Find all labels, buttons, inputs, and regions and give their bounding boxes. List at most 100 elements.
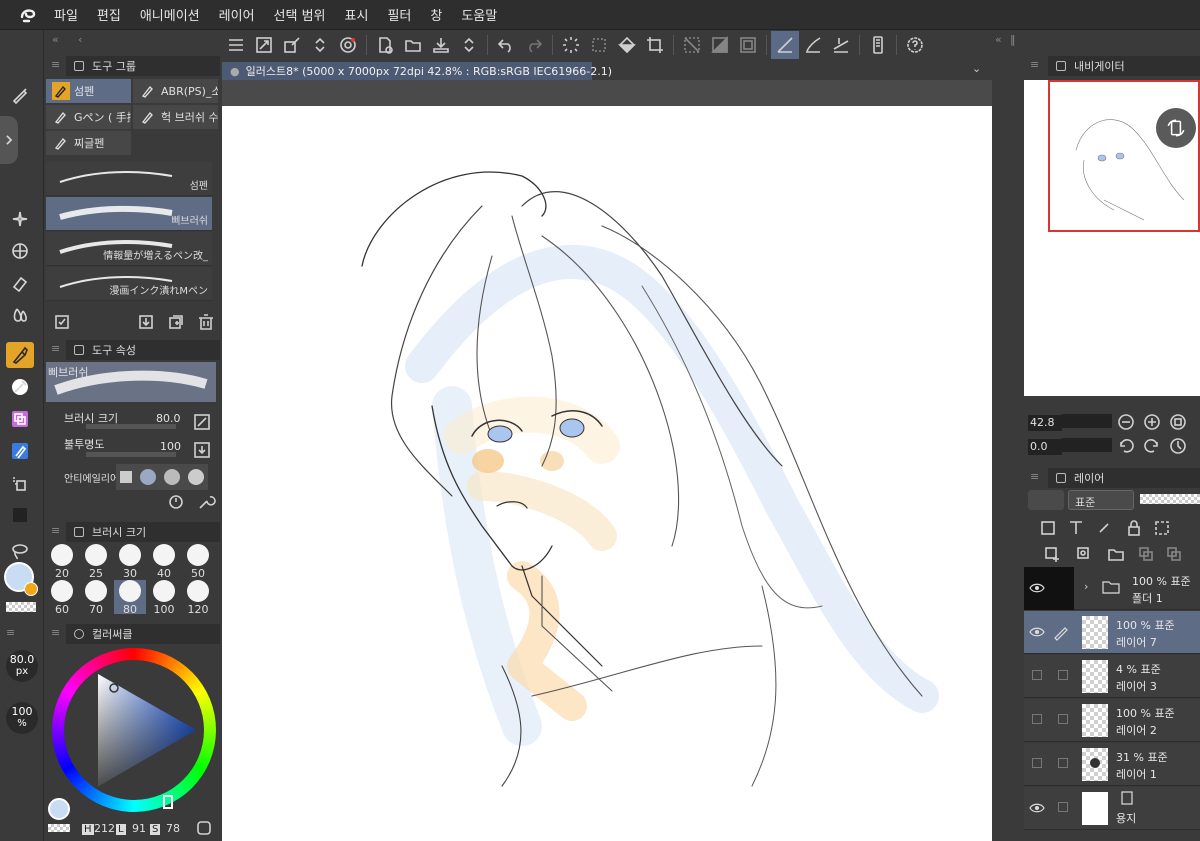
brush-size-option[interactable]: 50	[182, 544, 214, 580]
subtool-item[interactable]: 헉 브러쉬 수	[133, 105, 218, 129]
fit-view-icon[interactable]	[1168, 412, 1188, 432]
lock-checkbox[interactable]	[1058, 714, 1068, 724]
redo-icon[interactable]	[520, 31, 548, 59]
panel-menu-icon[interactable]: ≡	[51, 58, 60, 71]
reset-rotation-icon[interactable]	[1168, 436, 1188, 456]
clip-layer-icon[interactable]	[1038, 518, 1058, 538]
visibility-checkbox[interactable]	[1032, 758, 1042, 768]
eye-icon[interactable]	[1029, 581, 1045, 595]
device-icon[interactable]	[864, 31, 892, 59]
transfer-down-icon[interactable]	[1136, 544, 1156, 564]
brush-size-option[interactable]: 70	[80, 580, 112, 616]
sub-color-swatch[interactable]	[24, 582, 38, 596]
layer-color-selector[interactable]	[1028, 490, 1064, 510]
opacity-pressure-icon[interactable]	[192, 440, 212, 460]
chevron-updown-icon[interactable]	[306, 31, 334, 59]
rotation-slider[interactable]	[1062, 438, 1112, 452]
menu-filter[interactable]: 필터	[387, 5, 411, 24]
help-icon[interactable]	[901, 31, 929, 59]
zoom-in-icon[interactable]	[1142, 412, 1162, 432]
menu-view[interactable]: 표시	[345, 5, 369, 24]
import-subtool-icon[interactable]	[136, 312, 156, 332]
sparkle-tool-icon[interactable]	[6, 206, 34, 232]
canvas-tab[interactable]: ● 일러스트8* (5000 x 7000px 72dpi 42.8% : RG…	[222, 62, 612, 80]
rotate-left-icon[interactable]	[1116, 436, 1136, 456]
draft-layer-icon[interactable]	[1094, 518, 1114, 538]
right-panel-handle-icon[interactable]: ‖	[1010, 33, 1016, 46]
brush-preset-row[interactable]: 삐브러쉬	[46, 197, 212, 231]
right-collapse-icon[interactable]: «	[995, 33, 1002, 46]
navigator-view-frame[interactable]	[1048, 80, 1200, 232]
menu-selection[interactable]: 선택 범위	[274, 5, 326, 24]
new-vector-layer-icon[interactable]	[1074, 544, 1094, 564]
visibility-checkbox[interactable]	[1032, 670, 1042, 680]
fill-icon[interactable]	[613, 31, 641, 59]
subtool-item[interactable]: 찌글펜	[46, 131, 131, 155]
eye-icon[interactable]	[1029, 801, 1045, 815]
duplicate-subtool-icon[interactable]	[166, 312, 186, 332]
transform-icon[interactable]	[278, 31, 306, 59]
undo-icon[interactable]	[492, 31, 520, 59]
lock-checkbox[interactable]	[1058, 670, 1068, 680]
brush-preset-row[interactable]: 漫画インク潰れMペン	[46, 267, 212, 301]
brush-size-indicator[interactable]: 80.0 px	[6, 650, 38, 682]
rotate-view-button[interactable]	[1156, 108, 1196, 148]
brush-size-option[interactable]: 120	[182, 580, 214, 616]
record-icon[interactable]	[334, 31, 362, 59]
pressure-icon[interactable]	[192, 412, 212, 432]
open-folder-icon[interactable]	[399, 31, 427, 59]
merge-down-icon[interactable]	[1164, 544, 1184, 564]
lock-checkbox[interactable]	[1058, 802, 1068, 812]
opacity-indicator[interactable]: 100 %	[6, 702, 38, 734]
hue-handle[interactable]	[163, 795, 173, 809]
new-raster-layer-icon[interactable]	[1042, 544, 1062, 564]
menu-file[interactable]: 파일	[54, 5, 78, 24]
expand-drawer-icon[interactable]	[0, 116, 18, 164]
brush-size-option[interactable]: 30	[114, 544, 146, 580]
fit-screen-icon[interactable]	[250, 31, 278, 59]
app-logo-icon[interactable]	[16, 3, 40, 27]
brush-size-option[interactable]: 60	[46, 580, 78, 616]
new-canvas-icon[interactable]	[371, 31, 399, 59]
lock-checkbox[interactable]	[1058, 758, 1068, 768]
crop-icon[interactable]	[641, 31, 669, 59]
reference-layer-icon[interactable]	[1066, 518, 1086, 538]
transparent-swatch[interactable]	[48, 824, 70, 832]
antialias-medium-icon[interactable]	[164, 469, 180, 485]
layer-row[interactable]: 4 % 표준 레이어 3	[1024, 655, 1200, 698]
select-area-icon[interactable]	[585, 31, 613, 59]
eye-icon[interactable]	[1029, 625, 1045, 639]
current-color-swatch[interactable]	[48, 798, 70, 820]
airbrush-tool-icon[interactable]	[6, 470, 34, 496]
brush-size-option[interactable]: 20	[46, 544, 78, 580]
vector-pen-tool-icon[interactable]	[6, 438, 34, 464]
brush-size-slider[interactable]	[86, 424, 176, 429]
pen-tool-icon[interactable]	[6, 82, 34, 108]
antialias-selector[interactable]	[116, 464, 208, 490]
delete-subtool-icon[interactable]	[196, 312, 216, 332]
folder-expand-icon[interactable]: ›	[1084, 580, 1088, 593]
wrench-icon[interactable]	[196, 492, 216, 512]
panel-menu-icon[interactable]: ≡	[1030, 58, 1039, 71]
layer-row[interactable]: 100 % 표준 레이어 2	[1024, 699, 1200, 742]
layer-row-folder[interactable]: › 100 % 표준 폴더 1	[1024, 567, 1200, 610]
brush-size-option-active[interactable]: 80	[114, 580, 146, 616]
panel-menu-icon[interactable]: ≡	[51, 524, 60, 537]
texture-tool-icon[interactable]	[6, 502, 34, 528]
chevron-updown-icon-2[interactable]	[455, 31, 483, 59]
panel-collapse-icon[interactable]: «	[52, 33, 59, 46]
panel-menu-icon[interactable]: ≡	[51, 342, 60, 355]
eraser-tool-icon[interactable]	[6, 270, 34, 296]
antialias-none-icon[interactable]	[120, 471, 132, 483]
antialias-weak-icon[interactable]	[140, 469, 156, 485]
menu-window[interactable]: 창	[430, 5, 442, 24]
ruler-snap-icon[interactable]	[771, 31, 799, 59]
loading-icon[interactable]	[557, 31, 585, 59]
layer-opacity-slider[interactable]	[1140, 494, 1200, 504]
expand-selection-icon[interactable]	[734, 31, 762, 59]
visibility-checkbox[interactable]	[1032, 714, 1042, 724]
lasso-tool-icon[interactable]	[6, 538, 34, 564]
brush-preset-row[interactable]: 섬펜	[46, 162, 212, 196]
menu-help[interactable]: 도움말	[461, 5, 497, 24]
layer-row[interactable]: 31 % 표준 레이어 1	[1024, 743, 1200, 786]
